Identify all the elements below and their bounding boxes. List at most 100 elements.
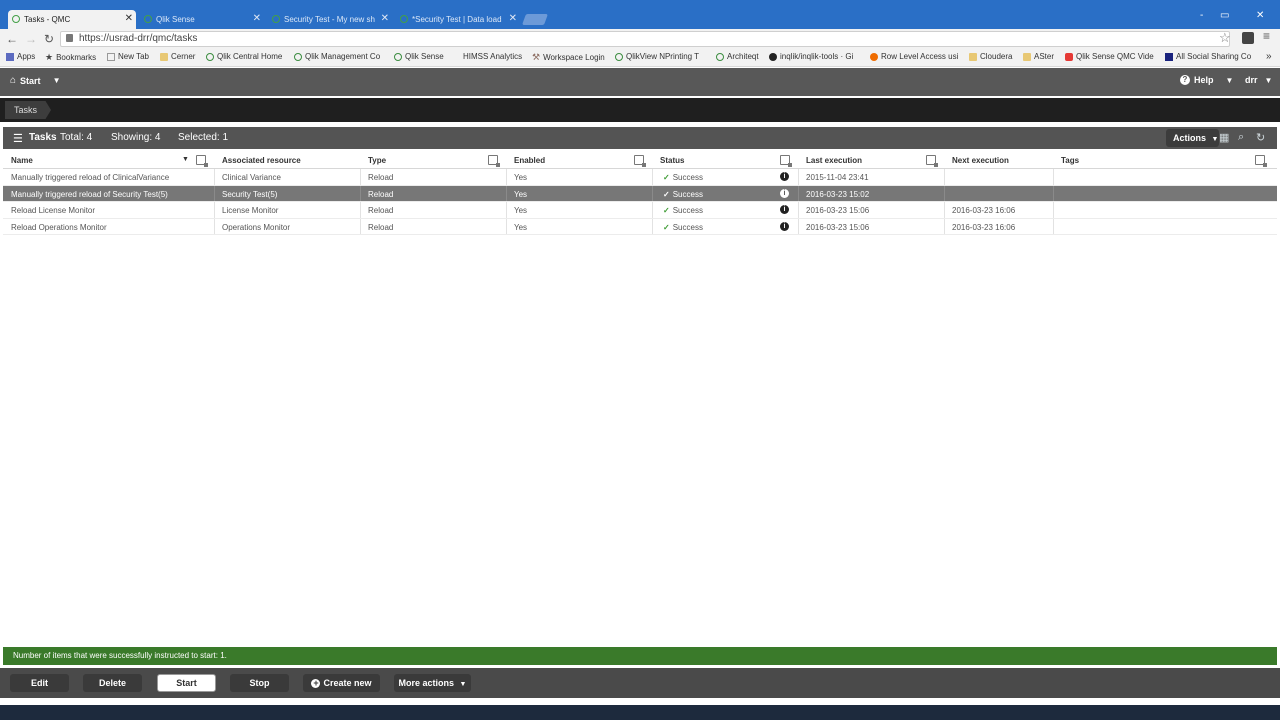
- page-icon: [452, 53, 460, 61]
- close-tab-icon[interactable]: ✕: [125, 13, 133, 24]
- more-actions-button[interactable]: More actions ▼: [394, 674, 471, 692]
- actions-button[interactable]: Actions ▼: [1166, 129, 1219, 147]
- forward-arrow-icon[interactable]: →: [25, 32, 37, 46]
- filter-icon[interactable]: [780, 155, 792, 167]
- cell-status: ✓ Success: [663, 222, 703, 232]
- tab-title: *Security Test | Data load: [412, 15, 502, 24]
- extension-icon[interactable]: [1242, 32, 1254, 44]
- workspace-icon: ⚒: [532, 52, 541, 62]
- browser-tab-data-load[interactable]: *Security Test | Data load ✕: [396, 10, 520, 29]
- column-header-next-execution[interactable]: Next execution: [952, 156, 1009, 165]
- column-header-tags[interactable]: Tags: [1061, 156, 1079, 165]
- filter-icon[interactable]: [488, 155, 500, 167]
- breadcrumb-tasks[interactable]: Tasks: [5, 101, 52, 119]
- info-icon[interactable]: i: [780, 221, 789, 231]
- column-header-status[interactable]: Status: [660, 156, 684, 165]
- caret-down-icon: ▼: [1264, 75, 1273, 85]
- user-menu-button[interactable]: drr ▼: [1245, 75, 1272, 85]
- create-new-button[interactable]: + Create new: [303, 674, 380, 692]
- menu-icon[interactable]: ≡: [1263, 29, 1275, 43]
- help-button[interactable]: ? Help ▼: [1180, 75, 1233, 85]
- table-row[interactable]: Manually triggered reload of ClinicalVar…: [3, 169, 1277, 186]
- cell-name: Manually triggered reload of ClinicalVar…: [11, 173, 170, 182]
- tasks-table: Name ▼ Associated resource Type Enabled …: [3, 153, 1277, 235]
- start-menu-button[interactable]: ⌂ Start ▼: [10, 75, 60, 86]
- refresh-icon[interactable]: ↻: [1256, 131, 1265, 144]
- star-icon: ★: [45, 52, 54, 62]
- close-tab-icon[interactable]: ✕: [253, 13, 261, 24]
- filter-icon[interactable]: [634, 155, 646, 167]
- qmc-header: ⌂ Start ▼ ? Help ▼ drr ▼: [0, 68, 1280, 96]
- column-header-name[interactable]: Name: [11, 156, 33, 165]
- close-window-icon[interactable]: ✕: [1256, 10, 1264, 21]
- folder-icon: [969, 52, 977, 61]
- filter-icon[interactable]: [926, 155, 938, 167]
- bookmark-architeqt[interactable]: Architeqt: [716, 52, 759, 61]
- cell-type: Reload: [368, 222, 394, 232]
- filter-icon[interactable]: [1255, 155, 1267, 167]
- delete-button[interactable]: Delete: [83, 674, 142, 692]
- cell-last-execution: 2016-03-23 15:06: [806, 222, 870, 232]
- qlik-icon: [294, 52, 302, 61]
- page-icon: [870, 52, 878, 61]
- info-icon[interactable]: i: [780, 205, 789, 214]
- cell-name: Manually triggered reload of Security Te…: [11, 189, 168, 199]
- url-text: https://usrad-drr/qmc/tasks: [79, 33, 198, 44]
- address-bar[interactable]: https://usrad-drr/qmc/tasks: [60, 31, 1230, 47]
- bookmark-qlik-sense[interactable]: Qlik Sense: [394, 52, 444, 61]
- close-tab-icon[interactable]: ✕: [381, 13, 389, 24]
- new-tab-button[interactable]: [521, 14, 549, 25]
- maximize-icon[interactable]: ▭: [1220, 10, 1229, 21]
- bookmark-all-social-sharing[interactable]: All Social Sharing Co: [1165, 52, 1251, 61]
- bookmark-cloudera[interactable]: Cloudera: [969, 52, 1012, 61]
- caret-down-icon: ▼: [1225, 75, 1234, 85]
- sort-desc-icon[interactable]: ▼: [182, 156, 189, 163]
- info-icon[interactable]: i: [780, 172, 789, 181]
- bookmark-row-level-access[interactable]: Row Level Access usi: [870, 52, 958, 61]
- column-header-last-execution[interactable]: Last execution: [806, 156, 862, 165]
- edit-button[interactable]: Edit: [10, 674, 69, 692]
- minimize-icon[interactable]: ‑: [1200, 10, 1203, 21]
- bookmark-apps[interactable]: Apps: [6, 52, 35, 61]
- search-icon[interactable]: ⌕: [1238, 131, 1244, 144]
- bookmark-cerner[interactable]: Cerner: [160, 52, 195, 61]
- browser-tab-strip: Tasks - QMC ✕ Qlik Sense ✕ Security Test…: [0, 0, 1280, 29]
- qlik-favicon-icon: [400, 15, 408, 23]
- bookmark-workspace-login[interactable]: ⚒ Workspace Login: [532, 52, 605, 63]
- qlik-favicon-icon: [12, 15, 20, 23]
- bookmark-qlik-central-home[interactable]: Qlik Central Home: [206, 52, 282, 61]
- column-header-type[interactable]: Type: [368, 156, 386, 165]
- table-row[interactable]: Reload License Monitor License Monitor R…: [3, 202, 1277, 219]
- tab-title: Security Test - My new sh: [284, 15, 375, 24]
- back-arrow-icon[interactable]: ←: [6, 32, 18, 46]
- table-row-selected[interactable]: Manually triggered reload of Security Te…: [3, 185, 1277, 202]
- bookmark-inqlik-tools[interactable]: inqlik/inqlik-tools · Gi: [769, 52, 853, 61]
- help-icon: ?: [1180, 75, 1190, 85]
- column-header-resource[interactable]: Associated resource: [222, 156, 301, 165]
- more-bookmarks-icon[interactable]: »: [1266, 51, 1272, 62]
- bookmark-qlik-management[interactable]: Qlik Management Co: [294, 52, 380, 61]
- cell-resource: Security Test(5): [222, 189, 278, 199]
- browser-tab-security-test[interactable]: Security Test - My new sh ✕: [268, 10, 392, 29]
- bookmark-bookmarks[interactable]: ★ Bookmarks: [45, 52, 96, 63]
- info-icon[interactable]: i: [780, 188, 789, 198]
- column-header-enabled[interactable]: Enabled: [514, 156, 545, 165]
- bookmark-star-icon[interactable]: ☆: [1219, 30, 1231, 46]
- bookmark-new-tab[interactable]: New Tab: [107, 52, 149, 61]
- bookmark-himss-analytics[interactable]: HIMSS Analytics: [452, 52, 522, 61]
- reload-icon[interactable]: ↻: [44, 32, 54, 46]
- folder-icon: [160, 52, 168, 61]
- showing-count: Showing: 4: [111, 132, 161, 143]
- column-selector-icon[interactable]: ▦: [1219, 131, 1229, 144]
- close-tab-icon[interactable]: ✕: [509, 13, 517, 24]
- filter-icon[interactable]: [196, 155, 208, 167]
- bookmark-qlikview-nprinting[interactable]: QlikView NPrinting T: [615, 52, 699, 61]
- bookmark-qlik-sense-qmc-video[interactable]: Qlik Sense QMC Vide: [1065, 52, 1154, 61]
- status-message: Number of items that were successfully i…: [13, 651, 227, 660]
- browser-tab-qlik-sense[interactable]: Qlik Sense ✕: [140, 10, 264, 29]
- bookmark-aster[interactable]: ASter: [1023, 52, 1054, 61]
- start-button[interactable]: Start: [157, 674, 216, 692]
- table-row[interactable]: Reload Operations Monitor Operations Mon…: [3, 218, 1277, 235]
- browser-tab-tasks-qmc[interactable]: Tasks - QMC ✕: [8, 10, 136, 29]
- stop-button[interactable]: Stop: [230, 674, 289, 692]
